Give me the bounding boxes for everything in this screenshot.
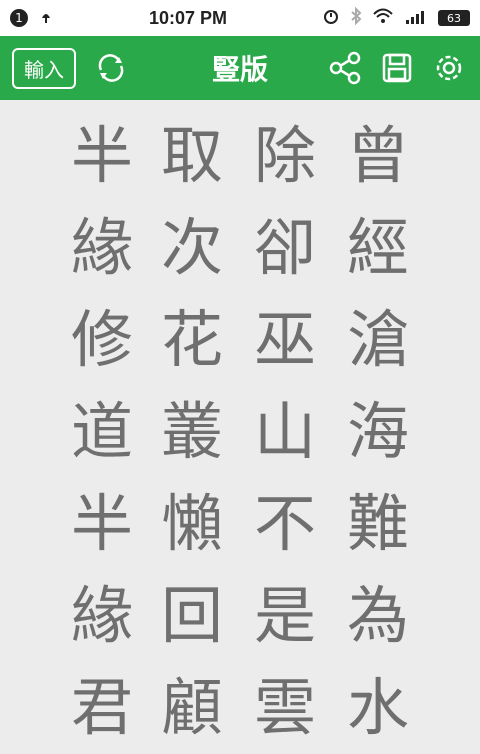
- poem-char: 君: [70, 671, 133, 744]
- poem-char: 修: [70, 303, 133, 376]
- poem-char: 滄: [346, 303, 409, 376]
- poem-char: 半: [70, 487, 133, 560]
- signal-icon: [404, 8, 428, 28]
- bluetooth-icon: [350, 6, 362, 29]
- poem-char: 巫: [253, 303, 316, 376]
- poem-char: 叢: [160, 395, 223, 468]
- poem-char: 顧: [160, 671, 223, 744]
- poem-char: 取: [160, 119, 223, 192]
- poem-char: 經: [346, 211, 409, 284]
- poem-column-2: 除 卻 巫 山 不 是 雲: [245, 110, 325, 754]
- poem-char: 道: [70, 395, 133, 468]
- share-icon[interactable]: [326, 49, 364, 87]
- poem-char: 為: [346, 579, 409, 652]
- poem-canvas: 曾 經 滄 海 難 為 水 除 卻 巫 山 不 是 雲 取 次 花 叢 懶 回 …: [0, 100, 480, 744]
- settings-icon[interactable]: [430, 49, 468, 87]
- poem-char: 回: [160, 579, 223, 652]
- poem-column-3: 取 次 花 叢 懶 回 顧: [152, 110, 232, 754]
- notification-badge: 1: [10, 9, 28, 27]
- wifi-icon: [372, 7, 394, 29]
- battery-indicator: 63: [437, 10, 470, 26]
- poem-char: 難: [346, 487, 409, 560]
- poem-char: 緣: [70, 211, 133, 284]
- refresh-icon[interactable]: [94, 51, 128, 85]
- poem-char: 緣: [70, 579, 133, 652]
- poem-char: 曾: [346, 119, 409, 192]
- toolbar: 輸入 豎版: [0, 36, 480, 100]
- input-button[interactable]: 輸入: [12, 47, 76, 89]
- poem-char: 懶: [160, 487, 223, 560]
- poem-char: 水: [346, 671, 409, 744]
- android-icon: [38, 8, 54, 28]
- poem-char: 除: [253, 119, 316, 192]
- poem-column-1: 曾 經 滄 海 難 為 水: [338, 110, 418, 754]
- save-icon[interactable]: [378, 49, 416, 87]
- poem-char: 山: [253, 395, 316, 468]
- poem-char: 卻: [253, 211, 316, 284]
- poem-char: 雲: [253, 671, 316, 744]
- poem-char: 花: [160, 303, 223, 376]
- poem-char: 是: [253, 579, 316, 652]
- alarm-icon: [322, 7, 340, 29]
- status-time: 10:07 PM: [148, 7, 228, 28]
- poem-column-4: 半 緣 修 道 半 緣 君: [62, 110, 142, 754]
- poem-char: 次: [160, 211, 223, 284]
- status-bar: 1 10:07 PM 63: [0, 0, 480, 36]
- poem-char: 不: [253, 487, 316, 560]
- poem-char: 半: [70, 119, 133, 192]
- poem-char: 海: [346, 395, 409, 468]
